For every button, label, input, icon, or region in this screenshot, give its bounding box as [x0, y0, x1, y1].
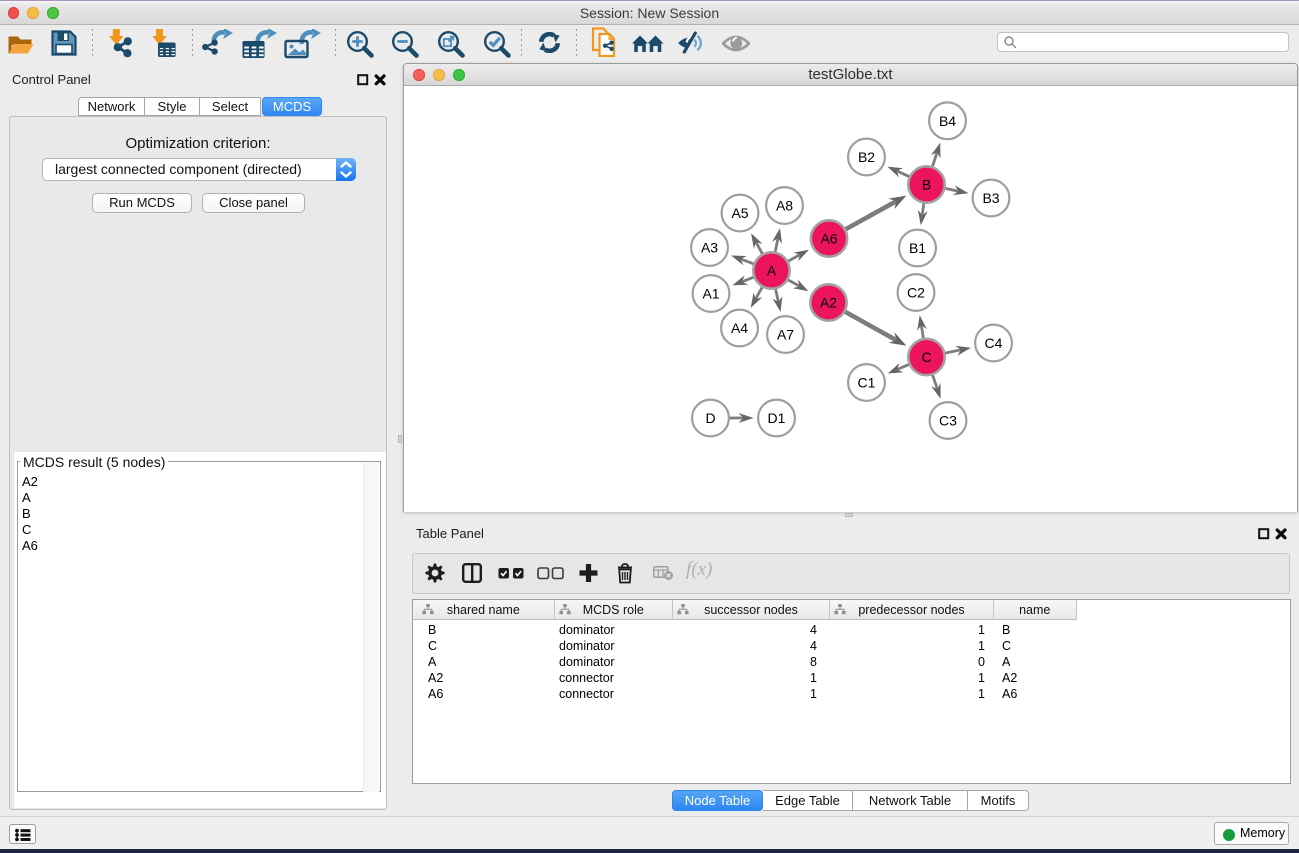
svg-text:A1: A1	[702, 286, 719, 302]
svg-text:A: A	[767, 263, 777, 279]
svg-text:B4: B4	[939, 113, 956, 129]
svg-text:C2: C2	[907, 285, 925, 301]
svg-text:A7: A7	[777, 327, 794, 343]
svg-text:B3: B3	[982, 190, 999, 206]
svg-text:C: C	[921, 349, 931, 365]
svg-text:B1: B1	[909, 240, 926, 256]
svg-text:C1: C1	[858, 375, 876, 391]
svg-text:C3: C3	[939, 413, 957, 429]
svg-text:B: B	[922, 177, 931, 193]
svg-text:A5: A5	[731, 205, 748, 221]
svg-text:B2: B2	[858, 149, 875, 165]
svg-text:D: D	[705, 410, 715, 426]
svg-text:A4: A4	[731, 320, 748, 336]
svg-text:A6: A6	[820, 231, 837, 247]
svg-text:A3: A3	[701, 240, 718, 256]
svg-text:D1: D1	[768, 410, 786, 426]
svg-text:C4: C4	[985, 335, 1003, 351]
svg-text:A8: A8	[776, 198, 793, 214]
svg-text:A2: A2	[820, 295, 837, 311]
